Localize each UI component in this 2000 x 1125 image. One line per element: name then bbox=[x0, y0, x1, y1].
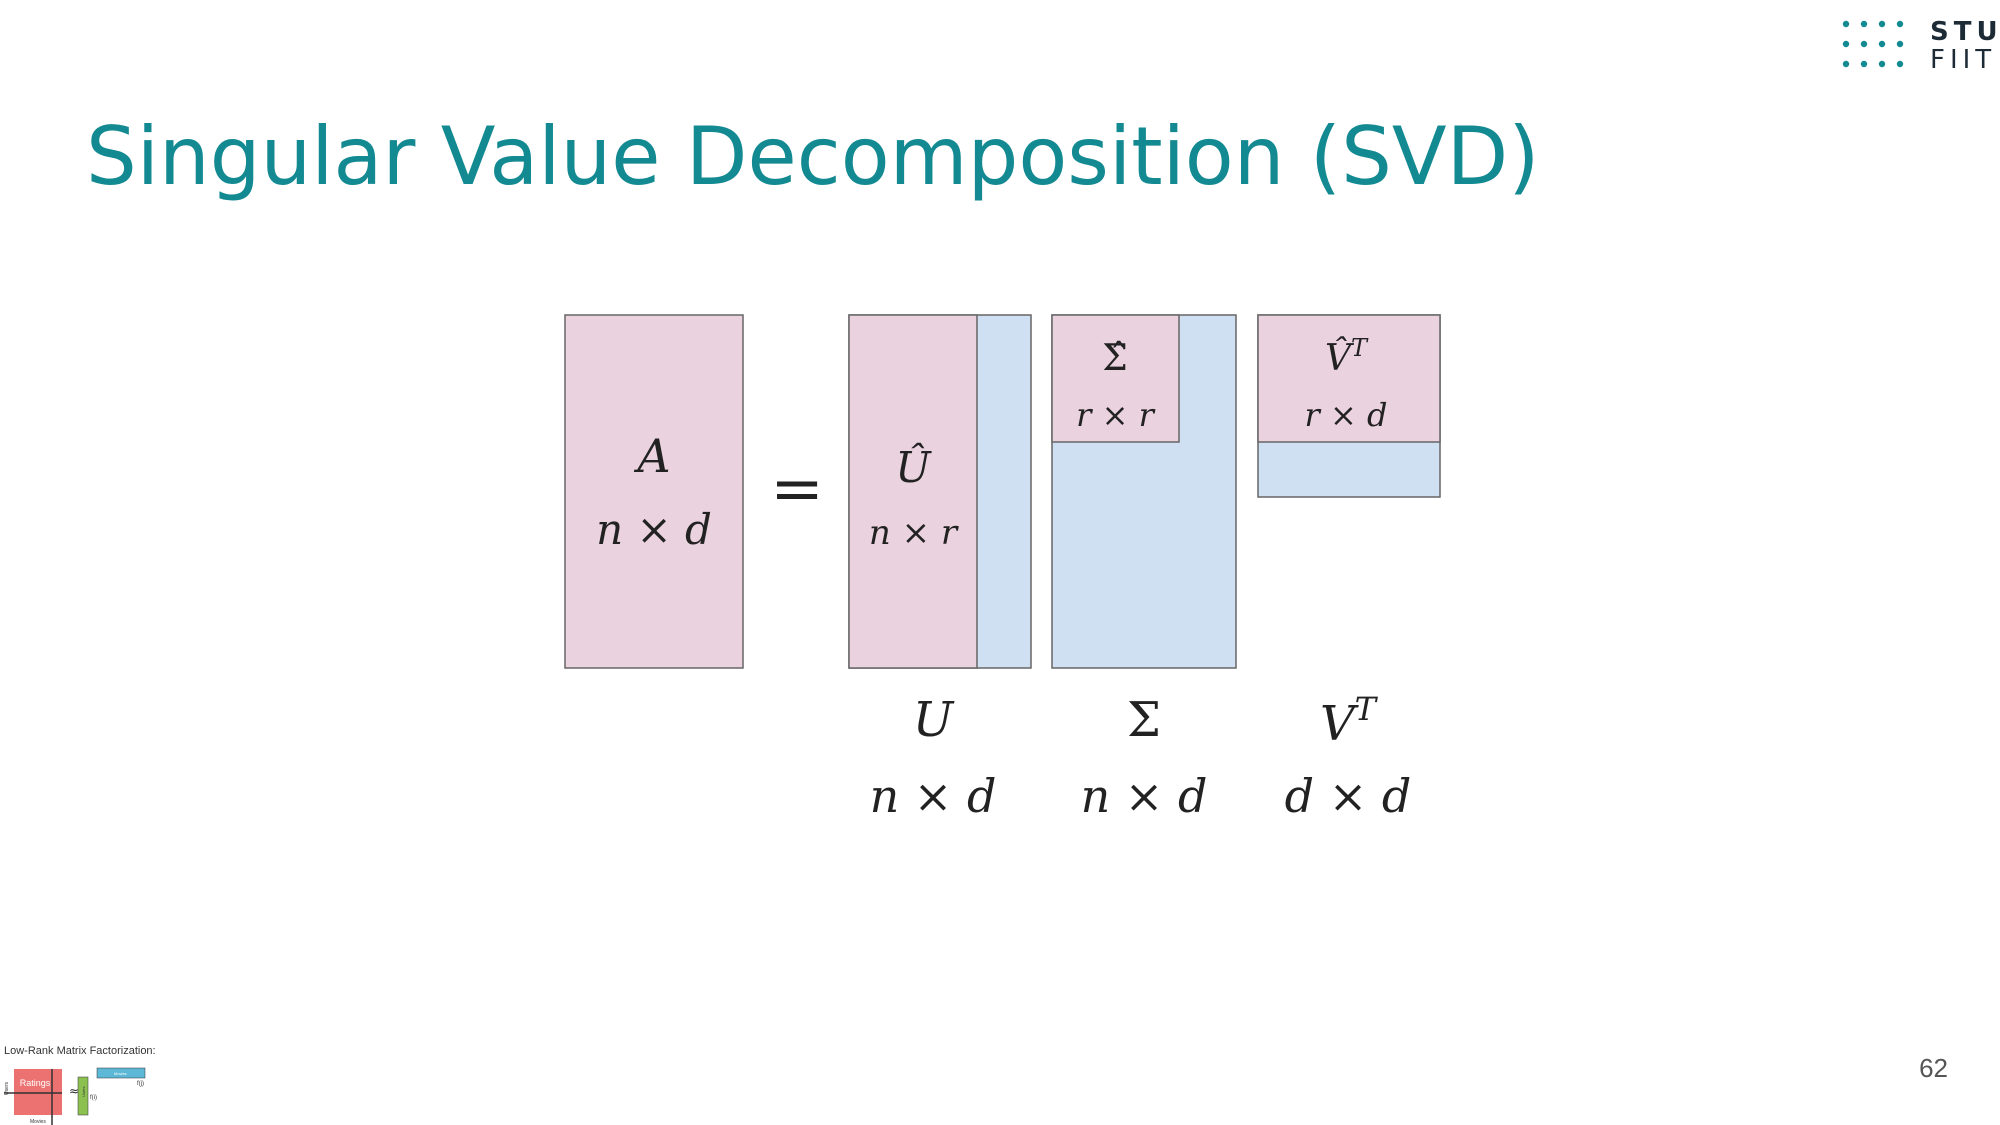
label-u-dims: n × d bbox=[870, 769, 997, 823]
logo-dots-icon bbox=[1842, 20, 1904, 68]
label-sigma: Σ bbox=[1127, 692, 1161, 748]
label-u: U bbox=[913, 692, 955, 748]
label-vt-letter: V bbox=[1320, 696, 1359, 752]
thumb-f2: f(j) bbox=[137, 1081, 144, 1087]
thumb-f1: f(i) bbox=[90, 1095, 97, 1101]
matrix-vt-hat-dims: r × d bbox=[1305, 396, 1388, 434]
equals-sign: = bbox=[770, 452, 824, 526]
thumbnail-figure: Ratings Users Movies ≈ Users f(i) Movies… bbox=[4, 1067, 146, 1125]
thumb-users-small: Users bbox=[81, 1087, 86, 1097]
logo-line1: STU bbox=[1930, 17, 2000, 47]
matrix-sigma-hat-dims: r × r bbox=[1076, 396, 1155, 434]
logo-text: STU FIIT bbox=[1930, 18, 2000, 74]
matrix-sigma-hat-symbol: Σ̂ bbox=[1102, 338, 1127, 379]
matrix-vt-hat-sup: T bbox=[1351, 334, 1369, 362]
matrix-a bbox=[564, 314, 744, 669]
matrix-a-symbol: A bbox=[633, 429, 670, 483]
slide-title: Singular Value Decomposition (SVD) bbox=[86, 110, 1540, 203]
thumb-ratings-label: Ratings bbox=[20, 1078, 51, 1088]
matrix-u-hat-symbol: Û bbox=[895, 442, 932, 492]
label-vt-dims: d × d bbox=[1285, 769, 1412, 823]
matrix-u-hat-dims: n × r bbox=[869, 513, 959, 553]
svd-diagram: A n × d = Û n × r Σ̂ r × r V̂T r × d U n… bbox=[564, 314, 1441, 823]
label-vt-sup: T bbox=[1355, 690, 1379, 728]
thumb-movies-label: Movies bbox=[30, 1119, 46, 1125]
stu-fiit-logo: STU FIIT bbox=[1840, 18, 1998, 74]
label-sigma-dims: n × d bbox=[1081, 769, 1208, 823]
thumb-ratings-block bbox=[14, 1069, 62, 1115]
thumb-approx: ≈ bbox=[69, 1084, 79, 1098]
page-number: 62 bbox=[1919, 1053, 1948, 1083]
label-vt: VT bbox=[1320, 690, 1379, 752]
thumb-movies-small: Movies bbox=[114, 1071, 127, 1076]
thumb-users-label: Users bbox=[4, 1081, 10, 1095]
thumbnail-caption: Low-Rank Matrix Factorization: bbox=[4, 1045, 156, 1057]
matrix-a-dims: n × d bbox=[596, 505, 712, 554]
logo-line2: FIIT bbox=[1930, 45, 1997, 75]
